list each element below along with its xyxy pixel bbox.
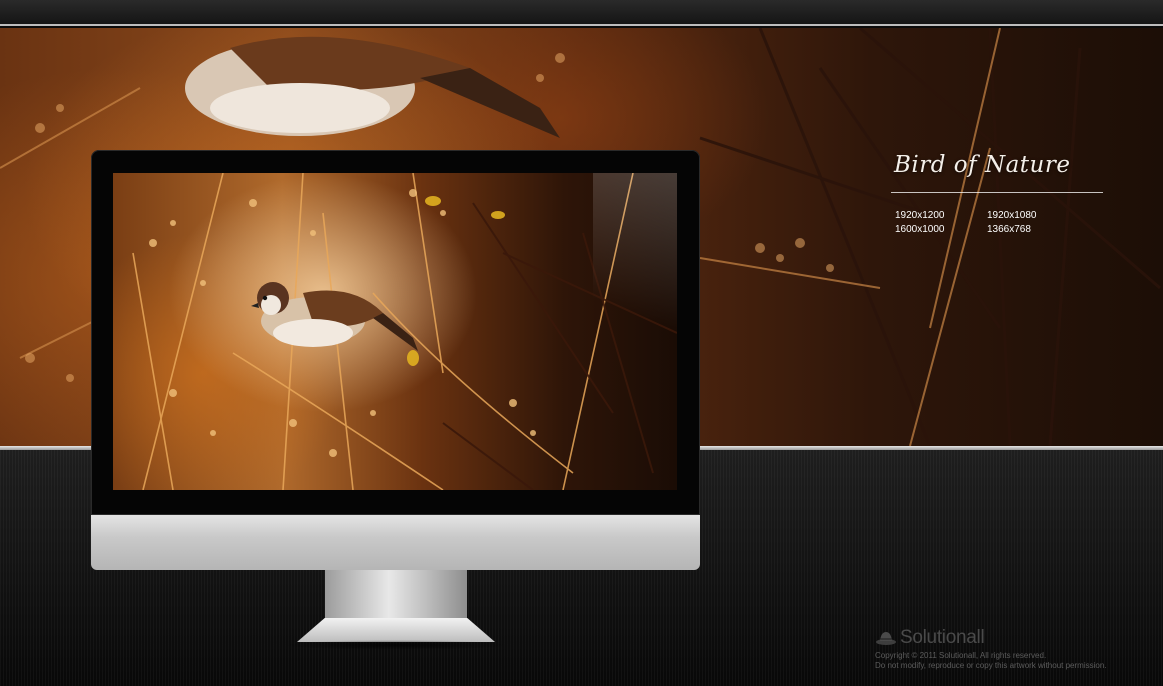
monitor-screen — [113, 173, 677, 490]
monitor-chin — [91, 515, 700, 570]
top-bar — [0, 0, 1163, 26]
sparrow-small — [251, 282, 418, 351]
monitor-mockup — [91, 150, 700, 570]
title-underline — [891, 192, 1103, 193]
resolution-list: 1920x1200 1920x1080 1600x1000 1366x768 — [895, 209, 1079, 236]
monitor-bezel — [91, 150, 700, 515]
monitor-stand-neck — [325, 570, 467, 618]
hat-icon — [876, 632, 896, 645]
monitor-stand-base — [297, 618, 495, 642]
permission-notice: Do not modify, reproduce or copy this ar… — [875, 661, 1107, 670]
artwork-title: Bird of Nature — [894, 152, 1071, 178]
copyright-line: Copyright © 2011 Solutionall, All rights… — [875, 651, 1047, 660]
resolution-link[interactable]: 1366x768 — [987, 223, 1079, 236]
brand-name: Solutionall — [900, 627, 985, 648]
resolution-link[interactable]: 1920x1200 — [895, 209, 987, 222]
resolution-link[interactable]: 1600x1000 — [895, 223, 987, 236]
sparrow-large — [185, 36, 560, 138]
brand-logo-block: Solutionall — [875, 627, 985, 649]
screen-scene — [132, 173, 677, 490]
copyright-notice: Copyright © 2011 Solutionall, All rights… — [875, 651, 1107, 671]
monitor-stand-shadow — [280, 640, 512, 650]
resolution-link[interactable]: 1920x1080 — [987, 209, 1079, 222]
